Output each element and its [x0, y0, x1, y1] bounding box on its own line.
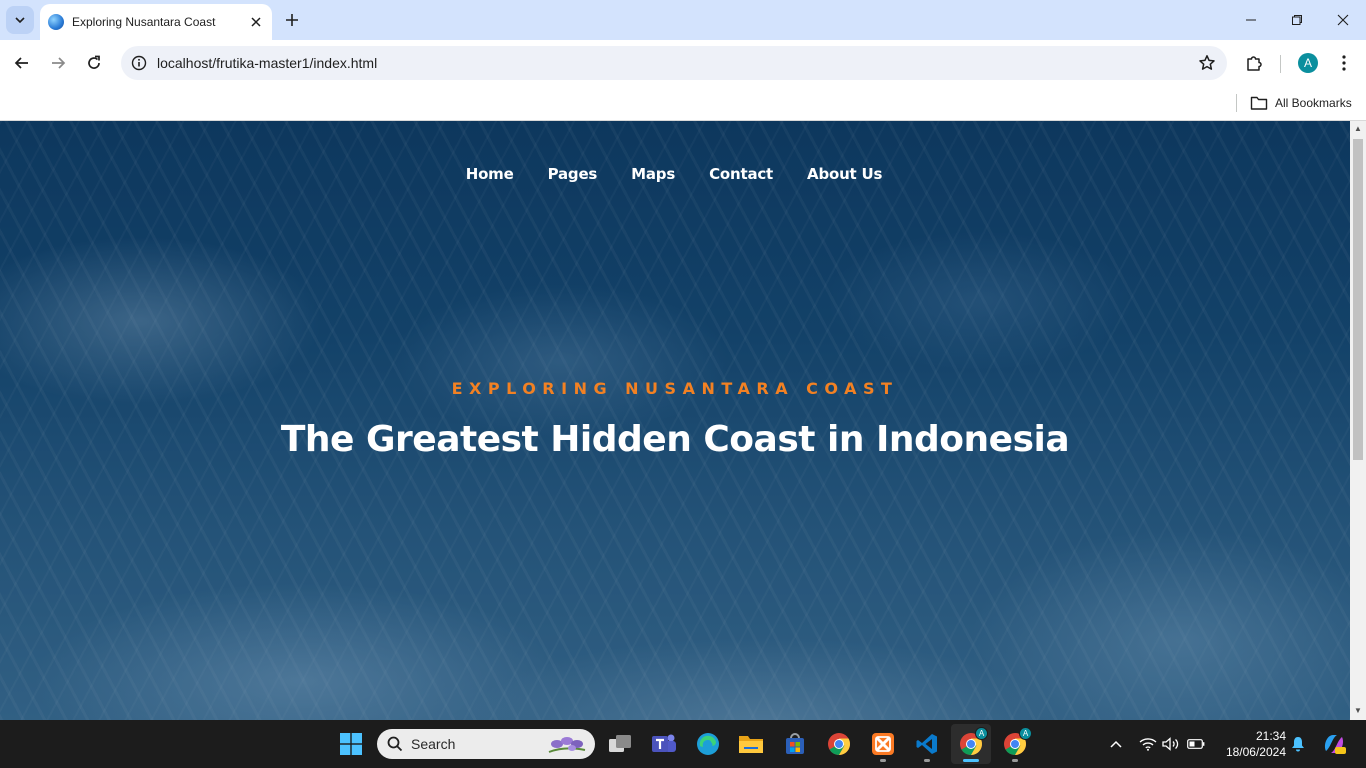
chrome-profile-app-button[interactable]: A	[995, 724, 1035, 764]
arrow-left-icon	[14, 57, 28, 69]
site-main-nav: Home Pages Maps Contact About Us	[0, 165, 1350, 183]
hero-title: The Greatest Hidden Coast in Indonesia	[280, 419, 1070, 460]
clock-date: 18/06/2024	[1225, 745, 1286, 759]
chrome-menu-button[interactable]	[1328, 47, 1360, 79]
app-running-indicator	[924, 759, 930, 762]
xampp-icon	[872, 733, 894, 755]
chevron-down-icon	[15, 17, 25, 24]
avatar: A	[1298, 53, 1318, 73]
system-clock[interactable]: 21:34 18/06/2024	[1214, 728, 1286, 760]
address-bar-url[interactable]: localhost/frutika-master1/index.html	[157, 55, 1191, 71]
vscode-icon	[916, 734, 937, 754]
notifications-bell-icon[interactable]	[1288, 720, 1308, 768]
nav-link-pages[interactable]: Pages	[548, 165, 598, 183]
restore-icon	[1292, 15, 1302, 25]
scroll-down-arrow-icon[interactable]: ▼	[1354, 707, 1362, 715]
all-bookmarks-button[interactable]: All Bookmarks	[1250, 91, 1352, 115]
nav-link-contact[interactable]: Contact	[709, 165, 773, 183]
bookmark-star-button[interactable]	[1191, 47, 1223, 79]
all-bookmarks-label: All Bookmarks	[1275, 96, 1352, 110]
teams-app-button[interactable]	[644, 724, 684, 764]
nav-link-about-us[interactable]: About Us	[807, 165, 882, 183]
start-button[interactable]	[331, 724, 371, 764]
tab-title: Exploring Nusantara Coast	[72, 15, 216, 29]
browser-tab-strip: Exploring Nusantara Coast	[0, 0, 1366, 40]
chevron-up-icon	[1110, 740, 1122, 748]
star-icon	[1199, 55, 1215, 70]
reload-icon	[88, 55, 100, 69]
app-active-indicator	[963, 759, 979, 762]
bookmarks-bar: All Bookmarks	[0, 86, 1366, 121]
profile-badge: A	[1019, 727, 1032, 740]
show-hidden-icons-button[interactable]	[1106, 720, 1126, 768]
vscode-app-button[interactable]	[907, 724, 947, 764]
folder-icon	[739, 736, 763, 753]
kebab-menu-icon	[1342, 55, 1346, 71]
search-placeholder: Search	[411, 736, 456, 752]
app-running-indicator	[880, 759, 886, 762]
address-bar[interactable]: localhost/frutika-master1/index.html	[121, 46, 1227, 80]
chrome-icon	[828, 733, 850, 755]
task-view-button[interactable]	[600, 724, 640, 764]
windows-taskbar: Search A A 21:34 18/06/2024	[0, 720, 1366, 768]
close-icon	[1337, 14, 1349, 26]
page-hero-section: Home Pages Maps Contact About Us EXPLORI…	[0, 121, 1350, 720]
arrow-right-icon	[52, 57, 66, 69]
xampp-app-button[interactable]	[863, 724, 903, 764]
microsoft-store-app-button[interactable]	[775, 724, 815, 764]
search-icon	[387, 736, 403, 752]
browser-toolbar: localhost/frutika-master1/index.html A	[0, 40, 1366, 86]
minimize-icon	[1246, 19, 1256, 21]
store-bag-icon	[786, 733, 804, 754]
windows-logo-icon	[340, 733, 362, 755]
toolbar-divider	[1280, 55, 1281, 73]
back-button[interactable]	[6, 47, 38, 79]
clock-time: 21:34	[1255, 729, 1286, 743]
bookmarks-divider	[1236, 94, 1237, 112]
nav-link-maps[interactable]: Maps	[631, 165, 675, 183]
edge-icon	[697, 733, 719, 755]
profile-button[interactable]: A	[1292, 47, 1324, 79]
site-info-icon[interactable]	[129, 53, 149, 73]
close-icon	[251, 17, 261, 27]
copilot-icon[interactable]	[1320, 720, 1348, 768]
extensions-button[interactable]	[1238, 47, 1270, 79]
scrollbar-thumb[interactable]	[1353, 139, 1363, 460]
close-window-button[interactable]	[1320, 0, 1366, 40]
volume-icon[interactable]	[1161, 720, 1181, 768]
wifi-icon[interactable]	[1138, 720, 1158, 768]
page-scrollbar[interactable]: ▲ ▼	[1350, 121, 1366, 720]
file-explorer-app-button[interactable]	[731, 724, 771, 764]
restore-button[interactable]	[1274, 0, 1320, 40]
reload-button[interactable]	[78, 47, 110, 79]
chrome-profile-app-button-active[interactable]: A	[951, 724, 991, 764]
minimize-button[interactable]	[1228, 0, 1274, 40]
app-running-indicator	[1012, 759, 1018, 762]
browser-tab-active[interactable]: Exploring Nusantara Coast	[40, 4, 272, 40]
tab-search-button[interactable]	[6, 6, 34, 34]
plus-icon	[286, 14, 298, 26]
scroll-up-arrow-icon[interactable]: ▲	[1354, 125, 1362, 133]
edge-app-button[interactable]	[688, 724, 728, 764]
nav-link-home[interactable]: Home	[466, 165, 514, 183]
teams-icon	[652, 734, 676, 752]
new-tab-button[interactable]	[281, 9, 303, 31]
lavender-flowers-icon	[548, 737, 586, 753]
forward-button[interactable]	[42, 47, 74, 79]
globe-favicon-icon	[48, 14, 64, 30]
profile-badge: A	[975, 727, 988, 740]
puzzle-icon	[1247, 56, 1262, 71]
folder-icon	[1250, 96, 1268, 110]
hero-subtitle: EXPLORING NUSANTARA COAST	[451, 379, 899, 398]
taskbar-search-box[interactable]: Search	[377, 729, 595, 759]
chrome-app-button[interactable]	[819, 724, 859, 764]
battery-icon[interactable]	[1185, 720, 1207, 768]
task-view-icon	[609, 735, 631, 752]
tab-close-button[interactable]	[248, 14, 264, 30]
